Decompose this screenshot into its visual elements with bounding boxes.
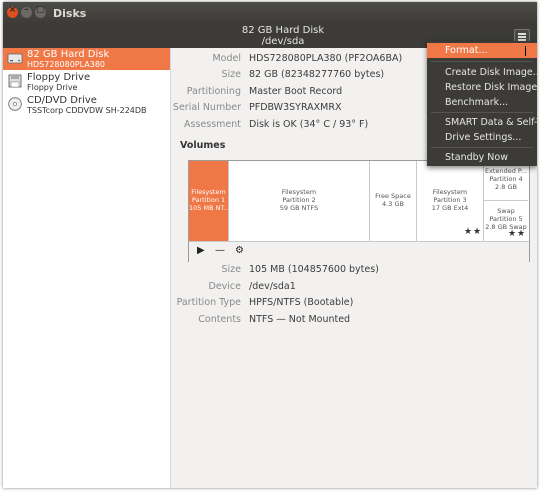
menu-item-label: Drive Settings... [445, 132, 522, 143]
close-window-button[interactable]: × [7, 5, 18, 18]
sidebar-item-cd-dvd[interactable]: CD/DVD Drive TSSTcorp CDDVDW SH-224DB [3, 94, 170, 116]
volumes-heading: Volumes [180, 140, 226, 151]
sidebar-item-name: CD/DVD Drive [27, 95, 97, 106]
segment-label: Partition 5 [489, 215, 523, 223]
prop-value: Disk is OK (34° C / 93° F) [249, 119, 369, 130]
segment-label: Extended P... [484, 167, 528, 175]
close-icon: × [8, 5, 17, 15]
partition-2-segment[interactable]: Filesystem Partition 2 59 GB NTFS [229, 161, 370, 241]
mount-play-icon[interactable]: ▶ [197, 245, 205, 256]
segment-label: Filesystem [432, 188, 468, 196]
menu-separator [431, 112, 533, 113]
partition-1-segment[interactable]: Filesystem Partition 1 105 MB NT... [189, 161, 229, 241]
disk-title: 82 GB Hard Disk /dev/sda [183, 25, 383, 47]
partition-3-segment[interactable]: Filesystem Partition 3 17 GB Ext4 ★ ★ [417, 161, 484, 241]
partition-prop-device: Device /dev/sda1 [171, 281, 537, 295]
star-icon: ★ [473, 227, 482, 237]
gear-icon[interactable]: ⚙ [235, 245, 244, 256]
menu-item-label: Restore Disk Image... [445, 82, 537, 93]
prop-value: NTFS — Not Mounted [249, 314, 351, 325]
segment-label: 2.8 GB [495, 183, 517, 191]
menu-item-benchmark[interactable]: Benchmark... [427, 95, 537, 110]
segment-label: 4.3 GB [382, 200, 404, 208]
free-space-segment[interactable]: Free Space 4.3 GB [370, 161, 417, 241]
sidebar-item-sub: Floppy Drive [27, 83, 78, 92]
window-title: Disks [53, 7, 87, 20]
prop-value: PFDBW3SYRAXMRX [249, 102, 342, 113]
star-icon: ★ [517, 229, 526, 239]
drive-menu: Format... Create Disk Image... Restore D… [427, 41, 537, 166]
sidebar-item-name: 82 GB Hard Disk [27, 49, 110, 60]
partition-4-segment[interactable]: Extended P... Partition 4 2.8 GB [484, 161, 528, 201]
sidebar-item-hard-disk[interactable]: 82 GB Hard Disk HDS728080PLA380 [3, 48, 170, 70]
hard-disk-icon [7, 53, 23, 64]
minimize-window-button[interactable]: – [21, 5, 32, 18]
segment-label: Swap [497, 207, 515, 215]
sidebar-item-floppy[interactable]: Floppy Drive Floppy Drive [3, 71, 170, 93]
menu-item-label: Benchmark... [445, 97, 509, 108]
star-icon: ★ [464, 227, 473, 237]
delete-partition-icon[interactable]: — [215, 245, 225, 256]
volumes-graph: Filesystem Partition 1 105 MB NT... File… [188, 160, 530, 262]
star-icon: ★ [508, 229, 517, 239]
segment-label: 17 GB Ext4 [431, 204, 469, 212]
menu-item-restore-image[interactable]: Restore Disk Image... [427, 80, 537, 95]
disks-window: × – □ Disks 82 GB Hard Disk /dev/sda 82 … [3, 2, 537, 488]
extended-partition: Extended P... Partition 4 2.8 GB Swap Pa… [484, 161, 529, 241]
prop-key: Serial Number [172, 102, 241, 113]
prop-key: Device [208, 281, 242, 292]
prop-value: HPFS/NTFS (Bootable) [249, 297, 354, 308]
prop-key: Contents [198, 314, 241, 325]
menu-item-label: SMART Data & Self-Tests... [445, 117, 537, 128]
optical-disc-icon [8, 97, 22, 111]
segment-label: Filesystem [281, 188, 317, 196]
prop-value: /dev/sda1 [249, 281, 296, 292]
prop-key: Assessment [184, 119, 241, 130]
menu-item-smart[interactable]: SMART Data & Self-Tests... [427, 115, 537, 130]
menu-item-label: Create Disk Image... [445, 67, 537, 78]
partition-prop-size: Size 105 MB (104857600 bytes) [171, 264, 537, 278]
menu-separator [431, 147, 533, 148]
segment-label: 59 GB NTFS [279, 204, 319, 212]
segment-label: Partition 2 [282, 196, 316, 204]
prop-key: Partition Type [176, 297, 241, 308]
menu-item-format[interactable]: Format... [427, 43, 537, 58]
menu-item-standby[interactable]: Standby Now [427, 150, 537, 165]
partition-prop-contents: Contents NTFS — Not Mounted [171, 314, 537, 328]
prop-key: Size [221, 264, 241, 275]
prop-key: Partitioning [186, 86, 241, 97]
text-cursor-icon [525, 46, 526, 56]
partition-prop-type: Partition Type HPFS/NTFS (Bootable) [171, 297, 537, 311]
prop-key: Size [221, 69, 241, 80]
prop-key: Model [212, 53, 241, 64]
minimize-icon: – [24, 5, 29, 15]
segment-label: 105 MB NT... [189, 204, 228, 212]
segment-label: Filesystem [191, 188, 226, 196]
menu-item-label: Standby Now [445, 152, 508, 163]
maximize-window-button[interactable]: □ [35, 5, 46, 18]
prop-value: HDS728080PLA380 (PF2OA6BA) [249, 53, 403, 64]
title-bar: × – □ Disks [3, 2, 537, 24]
sidebar-item-name: Floppy Drive [27, 72, 91, 83]
volumes-toolbar: ▶ — ⚙ [189, 241, 529, 262]
floppy-icon [8, 74, 22, 88]
disk-path: /dev/sda [261, 36, 305, 47]
menu-separator [431, 61, 533, 62]
menu-item-label: Format... [445, 45, 488, 56]
segment-label: Partition 1 [191, 196, 226, 204]
segment-label: Partition 3 [433, 196, 467, 204]
sidebar-item-sub: TSSTcorp CDDVDW SH-224DB [27, 106, 147, 115]
prop-value: 105 MB (104857600 bytes) [249, 264, 379, 275]
sidebar-item-sub: HDS728080PLA380 [27, 60, 105, 69]
partition-5-segment[interactable]: Swap Partition 5 2.8 GB Swap ★ ★ [484, 201, 528, 241]
segment-label: Partition 4 [489, 175, 523, 183]
device-sidebar: 82 GB Hard Disk HDS728080PLA380 Floppy D… [3, 48, 171, 488]
prop-value: Master Boot Record [249, 86, 343, 97]
segment-label: Free Space [375, 192, 411, 200]
menu-item-create-image[interactable]: Create Disk Image... [427, 65, 537, 80]
menu-item-drive-settings[interactable]: Drive Settings... [427, 130, 537, 145]
disk-name: 82 GB Hard Disk [241, 25, 325, 36]
maximize-icon: □ [36, 5, 45, 15]
prop-value: 82 GB (82348277760 bytes) [249, 69, 385, 80]
